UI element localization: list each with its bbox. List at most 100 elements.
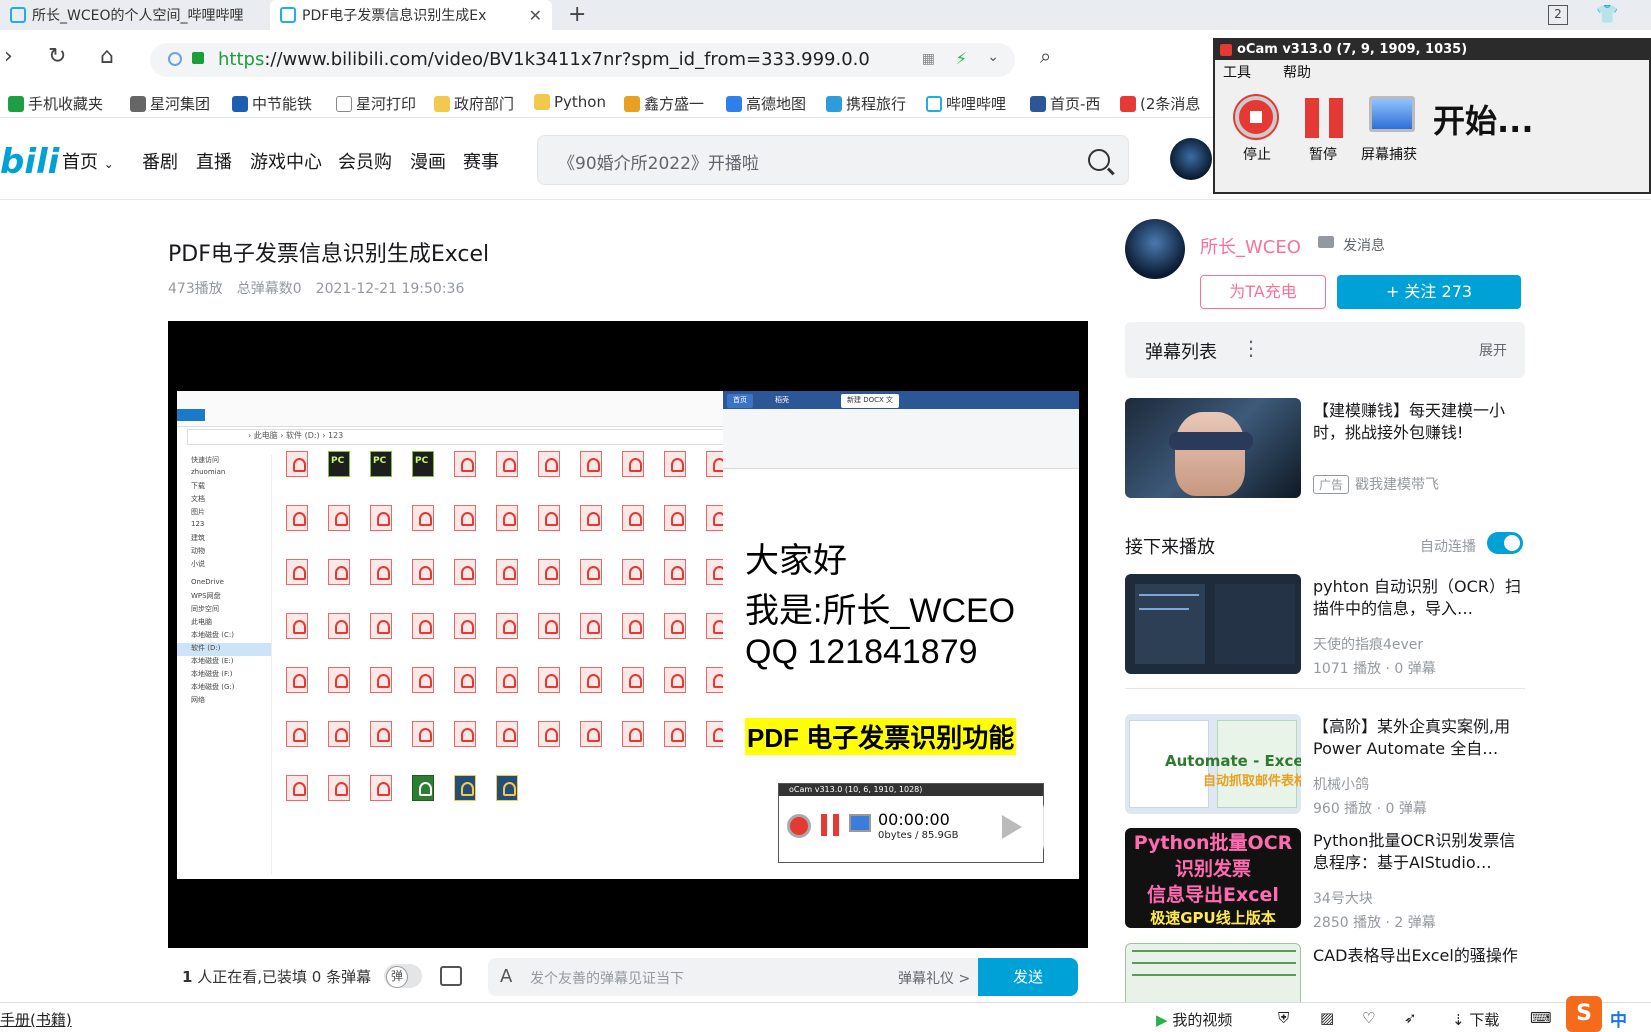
capture-label: 屏幕捕获 xyxy=(1361,147,1417,163)
video-author[interactable]: 34号大块 xyxy=(1313,888,1373,908)
bookmark-item[interactable]: 首页-西 xyxy=(1030,93,1100,114)
file-icon xyxy=(319,451,359,501)
recommended-video[interactable]: Python批量OCR 识别发票 信息导出Excel 极速GPU线上版本 Pyt… xyxy=(1125,828,1525,931)
chevron-down-icon[interactable]: ⌄ xyxy=(987,49,999,65)
danmaku-etiquette-link[interactable]: 弹幕礼仪 > xyxy=(898,968,970,988)
video-player[interactable]: › 此电脑 › 软件 (D:) › 123 快速访问 zhuomian 下载 文档 图片… xyxy=(168,321,1088,948)
nav-home[interactable]: 首页 ⌄ xyxy=(62,148,114,174)
menu-tools[interactable]: 工具 xyxy=(1223,62,1251,82)
divider xyxy=(1125,688,1525,689)
tab-count-badge[interactable]: 2 xyxy=(1548,5,1568,25)
send-message-link[interactable]: 发消息 xyxy=(1343,235,1385,255)
tab-current-video[interactable]: PDF电子发票信息识别生成Ex ✕ xyxy=(270,0,552,30)
bookmark-item[interactable]: 高德地图 xyxy=(726,93,806,114)
uploader-avatar[interactable] xyxy=(1125,219,1185,279)
text-style-icon[interactable]: A xyxy=(500,966,512,987)
ad-title[interactable]: 【建模赚钱】每天建模一小时，挑战接外包赚钱! xyxy=(1313,400,1525,444)
uploader-name[interactable]: 所长_WCEO xyxy=(1200,233,1301,259)
nav-game-center[interactable]: 游戏中心 xyxy=(250,148,322,174)
new-tab-button[interactable]: + xyxy=(568,2,586,27)
shield-icon[interactable]: ⛨ xyxy=(1278,1009,1289,1027)
nav-live[interactable]: 直播 xyxy=(196,148,232,174)
video-title[interactable]: Python批量OCR识别发票信息程序：基于AIStudio… xyxy=(1313,830,1525,874)
danmaku-settings-icon[interactable] xyxy=(440,966,462,986)
stop-record-button[interactable] xyxy=(1235,96,1277,138)
rocket-icon[interactable]: ➶ xyxy=(1404,1009,1417,1027)
pause-button[interactable] xyxy=(1305,98,1343,138)
autoplay-toggle[interactable] xyxy=(1487,532,1523,554)
follow-button[interactable]: + 关注 273 xyxy=(1337,275,1521,309)
recommended-video[interactable]: pyhton 自动识别（OCR）扫描件中的信息，导入… 天使的指痕4ever 1… xyxy=(1125,574,1525,677)
reload-icon[interactable]: ↻ xyxy=(48,44,66,69)
gamepad-icon[interactable]: ⌨ xyxy=(1530,1009,1552,1027)
danmaku-list-header[interactable]: 弹幕列表 ⋮ 展开 xyxy=(1125,322,1525,378)
video-thumbnail[interactable]: Automate - Excel 自动抓取邮件表格 xyxy=(1125,714,1301,814)
mail-icon[interactable] xyxy=(1318,236,1334,248)
search-icon[interactable] xyxy=(1088,149,1110,171)
bookmark-item[interactable]: 政府部门 xyxy=(434,93,514,114)
bookmark-item[interactable]: 手机收藏夹 xyxy=(8,93,103,114)
download-button[interactable]: ⇣ 下载 xyxy=(1452,1009,1499,1030)
expand-button[interactable]: 展开 xyxy=(1479,340,1507,360)
ocam-titlebar[interactable]: oCam v313.0 (7, 9, 1909, 1035) xyxy=(1215,40,1649,60)
bilibili-tab-icon xyxy=(280,7,296,23)
play-icon[interactable] xyxy=(976,799,1044,855)
video-title[interactable]: 【高阶】某外企真实案例,用Power Automate 全自… xyxy=(1313,716,1525,760)
url-text[interactable]: https://www.bilibili.com/video/BV1k3411x… xyxy=(218,49,870,70)
ad-card[interactable]: 【建模赚钱】每天建模一小时，挑战接外包赚钱! 广告 戳我建模带飞 xyxy=(1125,398,1525,498)
bookmark-item[interactable]: 携程旅行 xyxy=(826,93,906,114)
bookmark-item[interactable]: (2条消息 xyxy=(1120,93,1200,114)
bilibili-logo[interactable]: bili xyxy=(0,142,59,182)
video-thumbnail[interactable]: Python批量OCR 识别发票 信息导出Excel 极速GPU线上版本 xyxy=(1125,828,1301,928)
menu-help[interactable]: 帮助 xyxy=(1283,62,1311,82)
lightning-icon[interactable]: ⚡ xyxy=(956,49,967,68)
recommended-video[interactable]: CAD表格导出Excel的骚操作 xyxy=(1125,943,1525,1002)
danmaku-input[interactable]: A 发个友善的弹幕见证当下 弹幕礼仪 > 发送 xyxy=(488,958,1078,996)
ad-thumbnail[interactable] xyxy=(1125,398,1301,498)
search-box[interactable]: 《90婚介所2022》开播啦 xyxy=(537,135,1129,185)
home-icon[interactable]: ⌂ xyxy=(100,44,114,69)
file-icon xyxy=(277,667,317,717)
bookmark-item[interactable]: 星河打印 xyxy=(336,93,416,114)
more-icon[interactable]: ⋮ xyxy=(1241,336,1261,360)
video-thumbnail[interactable] xyxy=(1125,574,1301,674)
my-video-button[interactable]: ▶ 我的视频 xyxy=(1156,1009,1232,1030)
avatar[interactable] xyxy=(1170,138,1212,180)
file-icon xyxy=(655,451,695,501)
nav-esports[interactable]: 赛事 xyxy=(463,148,499,174)
sogou-ime-icon[interactable]: S xyxy=(1566,996,1602,1032)
bookmark-item[interactable]: 星河集团 xyxy=(130,93,210,114)
recommended-video[interactable]: Automate - Excel 自动抓取邮件表格 【高阶】某外企真实案例,用P… xyxy=(1125,714,1525,817)
search-input[interactable]: 《90婚介所2022》开播啦 xyxy=(558,149,759,174)
file-icon xyxy=(277,613,317,663)
address-bar[interactable]: https://www.bilibili.com/video/BV1k3411x… xyxy=(150,43,1015,77)
bookmark-item[interactable]: 鑫方盛一 xyxy=(624,93,704,114)
screen-capture-button[interactable] xyxy=(1369,96,1415,132)
charge-button[interactable]: 为TA充电 xyxy=(1200,275,1326,309)
video-title[interactable]: pyhton 自动识别（OCR）扫描件中的信息，导入… xyxy=(1313,576,1525,620)
close-icon[interactable]: ✕ xyxy=(529,6,542,25)
skin-icon[interactable]: 👕 xyxy=(1596,4,1618,25)
video-author[interactable]: 机械小鸽 xyxy=(1313,774,1369,794)
nav-mall[interactable]: 会员购 xyxy=(338,148,392,174)
send-button[interactable]: 发送 xyxy=(978,958,1078,996)
status-link[interactable]: 手册(书籍) xyxy=(0,1009,72,1030)
bookmark-item[interactable]: 哔哩哔哩 xyxy=(926,93,1006,114)
file-icon xyxy=(655,721,695,771)
nav-anime[interactable]: 番剧 xyxy=(142,148,178,174)
danmaku-toggle[interactable] xyxy=(384,964,422,988)
tab-uploader-space[interactable]: 所长_WCEO的个人空间_哔哩哔哩 xyxy=(0,0,260,30)
bookmark-item[interactable]: 中节能铁 xyxy=(232,93,312,114)
image-icon[interactable]: ▨ xyxy=(1320,1009,1334,1027)
ime-language[interactable]: 中 xyxy=(1610,1006,1627,1031)
nav-manga[interactable]: 漫画 xyxy=(410,148,446,174)
forward-icon[interactable]: › xyxy=(4,44,13,69)
heart-icon[interactable]: ♡ xyxy=(1362,1009,1375,1027)
bookmark-item[interactable]: Python xyxy=(534,93,606,111)
search-icon[interactable]: ⌕ xyxy=(1040,44,1051,68)
video-thumbnail[interactable] xyxy=(1125,943,1301,1002)
video-title[interactable]: CAD表格导出Excel的骚操作 xyxy=(1313,945,1525,967)
qr-code-icon[interactable]: ▦ xyxy=(922,51,935,67)
download-icon: ⇣ xyxy=(1452,1011,1465,1029)
video-author[interactable]: 天使的指痕4ever xyxy=(1313,634,1423,654)
